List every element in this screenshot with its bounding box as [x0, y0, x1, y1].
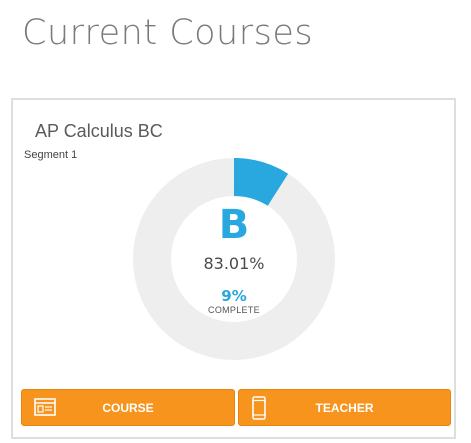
course-name[interactable]: AP Calculus BC [35, 121, 163, 142]
complete-label: COMPLETE [208, 305, 260, 315]
grade-percent: 83.01% [203, 254, 265, 273]
course-button-label: COURSE [102, 401, 154, 415]
teacher-button[interactable]: TEACHER [238, 389, 451, 426]
course-card: AP Calculus BC Segment 1 B 83.01% 9% COM… [11, 98, 456, 439]
completion-progress-ring: B 83.01% 9% COMPLETE [133, 158, 335, 360]
grade-letter: B [218, 202, 250, 248]
page-title: Current Courses [22, 13, 314, 53]
complete-percent: 9% [221, 287, 247, 305]
progress-ring-fill [233, 158, 289, 207]
teacher-button-label: TEACHER [315, 401, 374, 415]
course-button[interactable]: COURSE [21, 389, 235, 426]
segment-label: Segment 1 [24, 149, 78, 161]
